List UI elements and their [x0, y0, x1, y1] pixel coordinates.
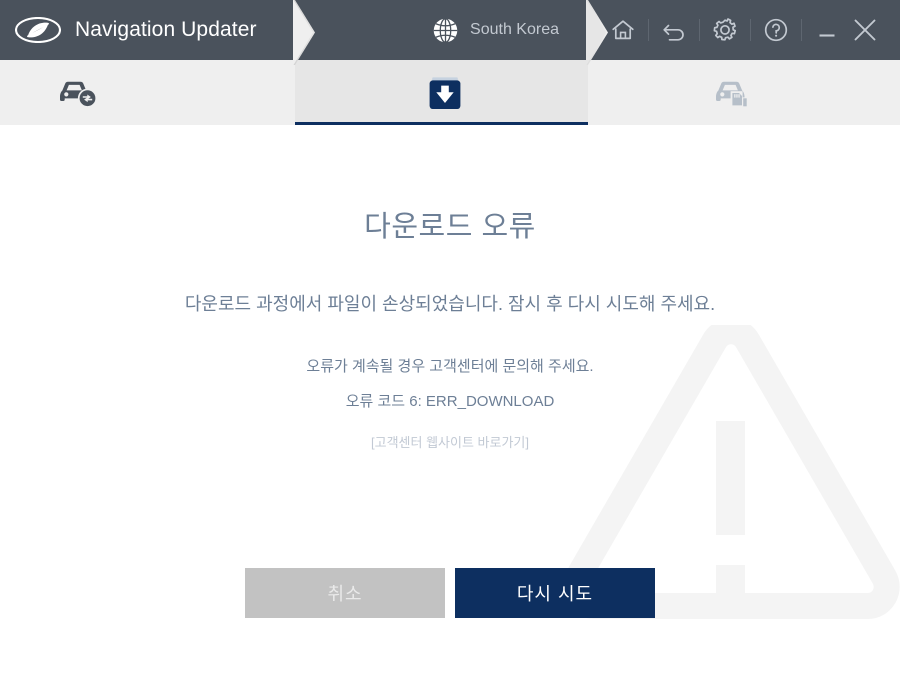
error-message: 다운로드 과정에서 파일이 손상되었습니다. 잠시 후 다시 시도해 주세요. — [184, 294, 716, 314]
action-button-row: 취소 다시 시도 — [0, 568, 900, 618]
download-box-icon — [429, 76, 460, 109]
region-selector[interactable]: South Korea — [432, 17, 559, 44]
support-website-link[interactable]: [고객센터 웹사이트 바로가기] — [0, 432, 900, 451]
home-icon — [612, 20, 634, 40]
error-sub-message: 오류가 계속될 경우 고객센터에 문의해 주세요. — [306, 358, 594, 375]
region-name: South Korea — [470, 21, 559, 38]
window-action-bar — [604, 11, 884, 49]
close-x-icon — [854, 19, 876, 41]
main-content: 다운로드 오류 다운로드 과정에서 파일이 손상되었습니다. 잠시 후 다시 시… — [0, 125, 900, 680]
gear-icon — [713, 18, 737, 41]
step-progress-bar — [0, 60, 900, 125]
car-sync-icon — [59, 81, 97, 108]
minimize-icon — [819, 34, 835, 37]
globe-icon — [433, 17, 458, 43]
step-vehicle-check[interactable] — [0, 60, 295, 125]
active-step-underline — [295, 122, 588, 125]
error-code: 오류 코드 6: ERR_DOWNLOAD — [345, 393, 555, 410]
car-sdcard-icon — [716, 81, 748, 107]
undo-arrow-icon — [663, 24, 684, 41]
home-button[interactable] — [604, 11, 642, 49]
question-circle-icon — [764, 18, 788, 42]
navigation-updater-window: Navigation Updater South Korea 다운로드 오류 다… — [0, 0, 900, 680]
action-divider — [648, 19, 649, 41]
back-button[interactable] — [655, 11, 693, 49]
minimize-button[interactable] — [808, 11, 846, 49]
action-divider — [699, 19, 700, 41]
close-button[interactable] — [846, 11, 884, 49]
retry-button[interactable]: 다시 시도 — [455, 568, 655, 618]
action-divider — [801, 19, 802, 41]
cancel-button[interactable]: 취소 — [245, 568, 445, 618]
step-download[interactable] — [295, 60, 588, 125]
title-bar: Navigation Updater South Korea — [0, 0, 900, 60]
hyundai-logo-icon — [15, 17, 61, 43]
error-title: 다운로드 오류 — [364, 211, 536, 243]
app-title: Navigation Updater — [75, 18, 257, 41]
step-install-sd[interactable] — [588, 60, 900, 125]
help-button[interactable] — [757, 11, 795, 49]
settings-button[interactable] — [706, 11, 744, 49]
action-divider — [750, 19, 751, 41]
